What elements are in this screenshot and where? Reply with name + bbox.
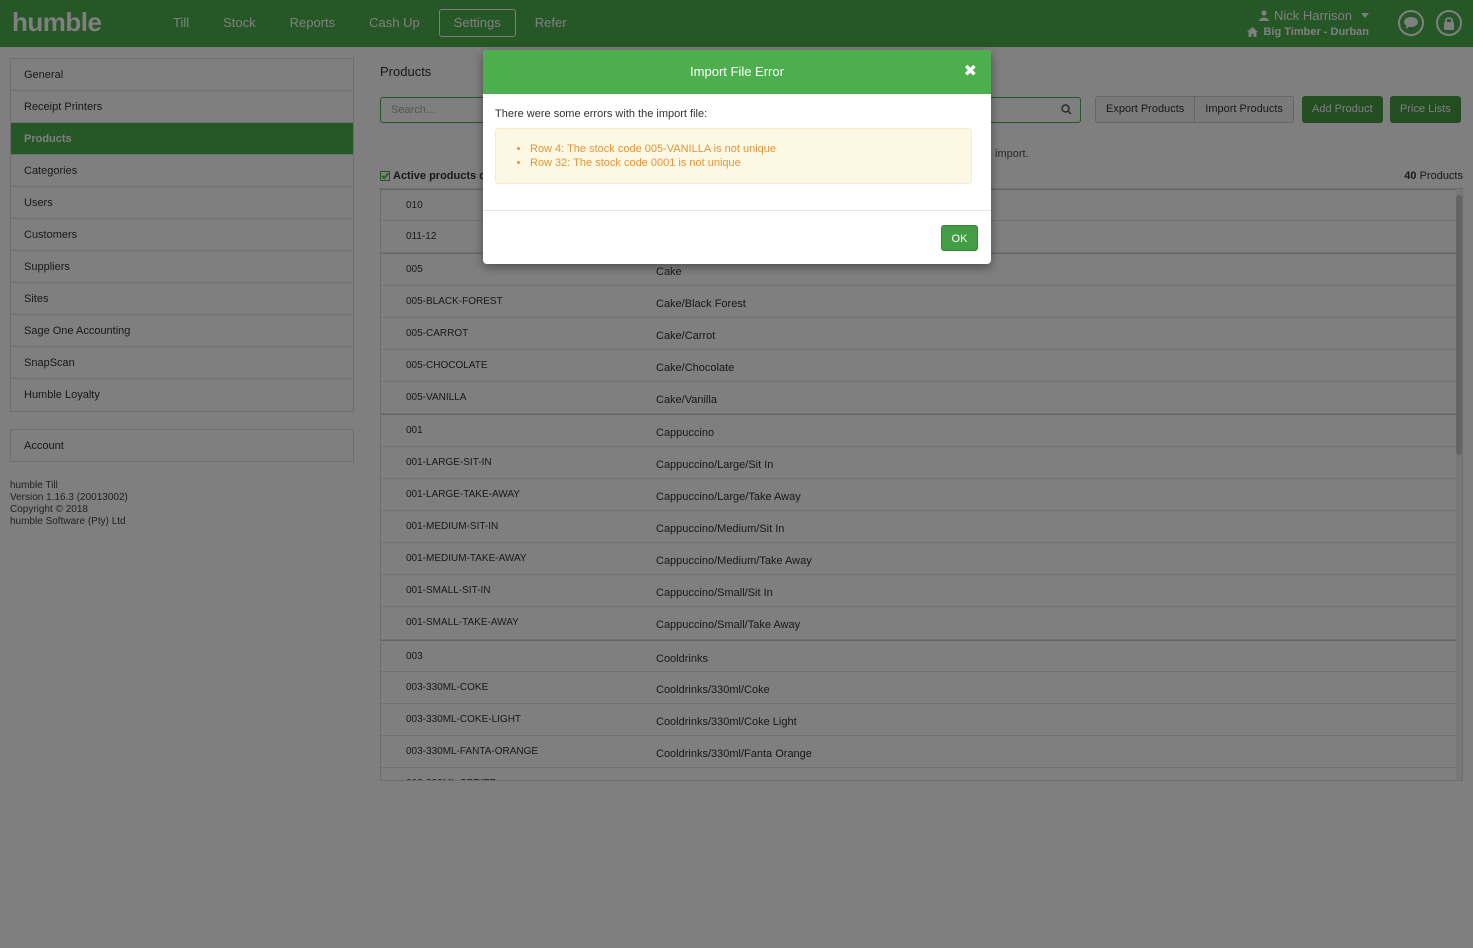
- close-icon[interactable]: ✖: [964, 50, 977, 94]
- dialog-title: Import File Error: [690, 64, 784, 79]
- dialog-body: There were some errors with the import f…: [483, 94, 991, 211]
- ok-button[interactable]: OK: [941, 225, 978, 251]
- error-alert: Row 4: The stock code 005-VANILLA is not…: [495, 128, 972, 184]
- error-item: Row 4: The stock code 005-VANILLA is not…: [530, 142, 971, 156]
- dialog-footer: OK: [483, 211, 991, 263]
- error-item: Row 32: The stock code 0001 is not uniqu…: [530, 156, 971, 170]
- dialog-message: There were some errors with the import f…: [495, 108, 708, 120]
- dialog-header: Import File Error ✖: [483, 50, 991, 94]
- import-error-dialog: Import File Error ✖ There were some erro…: [483, 50, 991, 264]
